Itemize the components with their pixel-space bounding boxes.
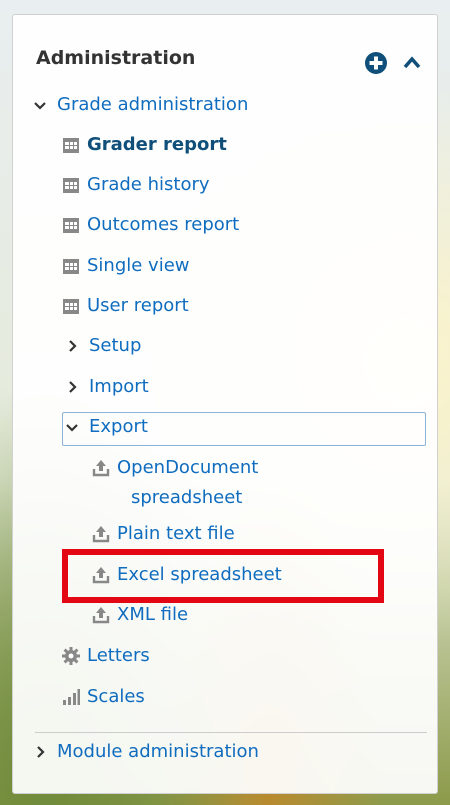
export-upload-icon	[92, 459, 110, 476]
tree-item-user-report[interactable]: User report	[61, 295, 189, 316]
tree-item-label: OpenDocument	[117, 457, 259, 478]
tree-item-import[interactable]: Import	[65, 376, 149, 397]
tree-item-scales[interactable]: Scales	[61, 686, 145, 707]
tree-item-grader-report[interactable]: Grader report	[61, 134, 227, 155]
divider	[35, 732, 427, 733]
chevron-down-icon	[34, 101, 46, 110]
report-table-icon	[63, 258, 79, 274]
tree-item-label: Scales	[87, 686, 145, 707]
chevron-right-icon	[37, 745, 45, 758]
tree-item-letters[interactable]: Letters	[61, 645, 150, 666]
tree-item-label: Setup	[89, 335, 142, 356]
report-table-icon	[63, 298, 79, 314]
tree-item-single-view[interactable]: Single view	[61, 255, 190, 276]
report-table-icon	[63, 137, 79, 153]
administration-block: Administration Grade administration Grad…	[12, 14, 438, 794]
chevron-right-icon	[69, 339, 77, 352]
tree-item-label: Module administration	[57, 741, 259, 762]
export-upload-icon	[92, 525, 110, 542]
tree-item-xml-file[interactable]: XML file	[91, 604, 188, 625]
tree-item-outcomes-report[interactable]: Outcomes report	[61, 214, 239, 235]
tree-item-label: User report	[87, 295, 189, 316]
report-table-icon	[63, 177, 79, 193]
tree-item-plain-text-file[interactable]: Plain text file	[91, 523, 235, 544]
tree-item-grade-administration[interactable]: Grade administration	[33, 94, 248, 115]
tree-item-setup[interactable]: Setup	[65, 335, 141, 356]
tree-item-label: Single view	[87, 255, 190, 276]
add-block-icon[interactable]	[365, 52, 387, 74]
tree-item-label: Plain text file	[117, 523, 235, 544]
chevron-up-icon[interactable]	[403, 55, 421, 69]
tree-item-label: Export	[89, 416, 148, 437]
tree-item-label: Import	[89, 376, 149, 397]
bar-chart-icon	[63, 688, 80, 705]
tree-item-label: Grade history	[87, 174, 210, 195]
chevron-right-icon	[69, 380, 77, 393]
export-upload-icon	[92, 606, 110, 623]
tree-item-label: Letters	[87, 645, 150, 666]
chevron-down-icon	[66, 423, 78, 432]
tree-item-label: Grader report	[87, 134, 227, 155]
tree-item-opendocument-spreadsheet[interactable]: OpenDocument	[91, 457, 258, 478]
block-title: Administration	[36, 47, 196, 69]
report-table-icon	[63, 217, 79, 233]
tree-item-module-administration[interactable]: Module administration	[33, 741, 259, 762]
tree-item-label: Outcomes report	[87, 214, 240, 235]
tree-item-label: Grade administration	[57, 94, 249, 115]
tree-item-label: XML file	[117, 604, 189, 625]
tree-item-export[interactable]: Export	[65, 416, 148, 437]
tree-item-label-continued[interactable]: spreadsheet	[131, 487, 242, 508]
gear-icon	[62, 646, 80, 665]
annotation-highlight-box	[62, 549, 384, 603]
tree-item-grade-history[interactable]: Grade history	[61, 174, 210, 195]
